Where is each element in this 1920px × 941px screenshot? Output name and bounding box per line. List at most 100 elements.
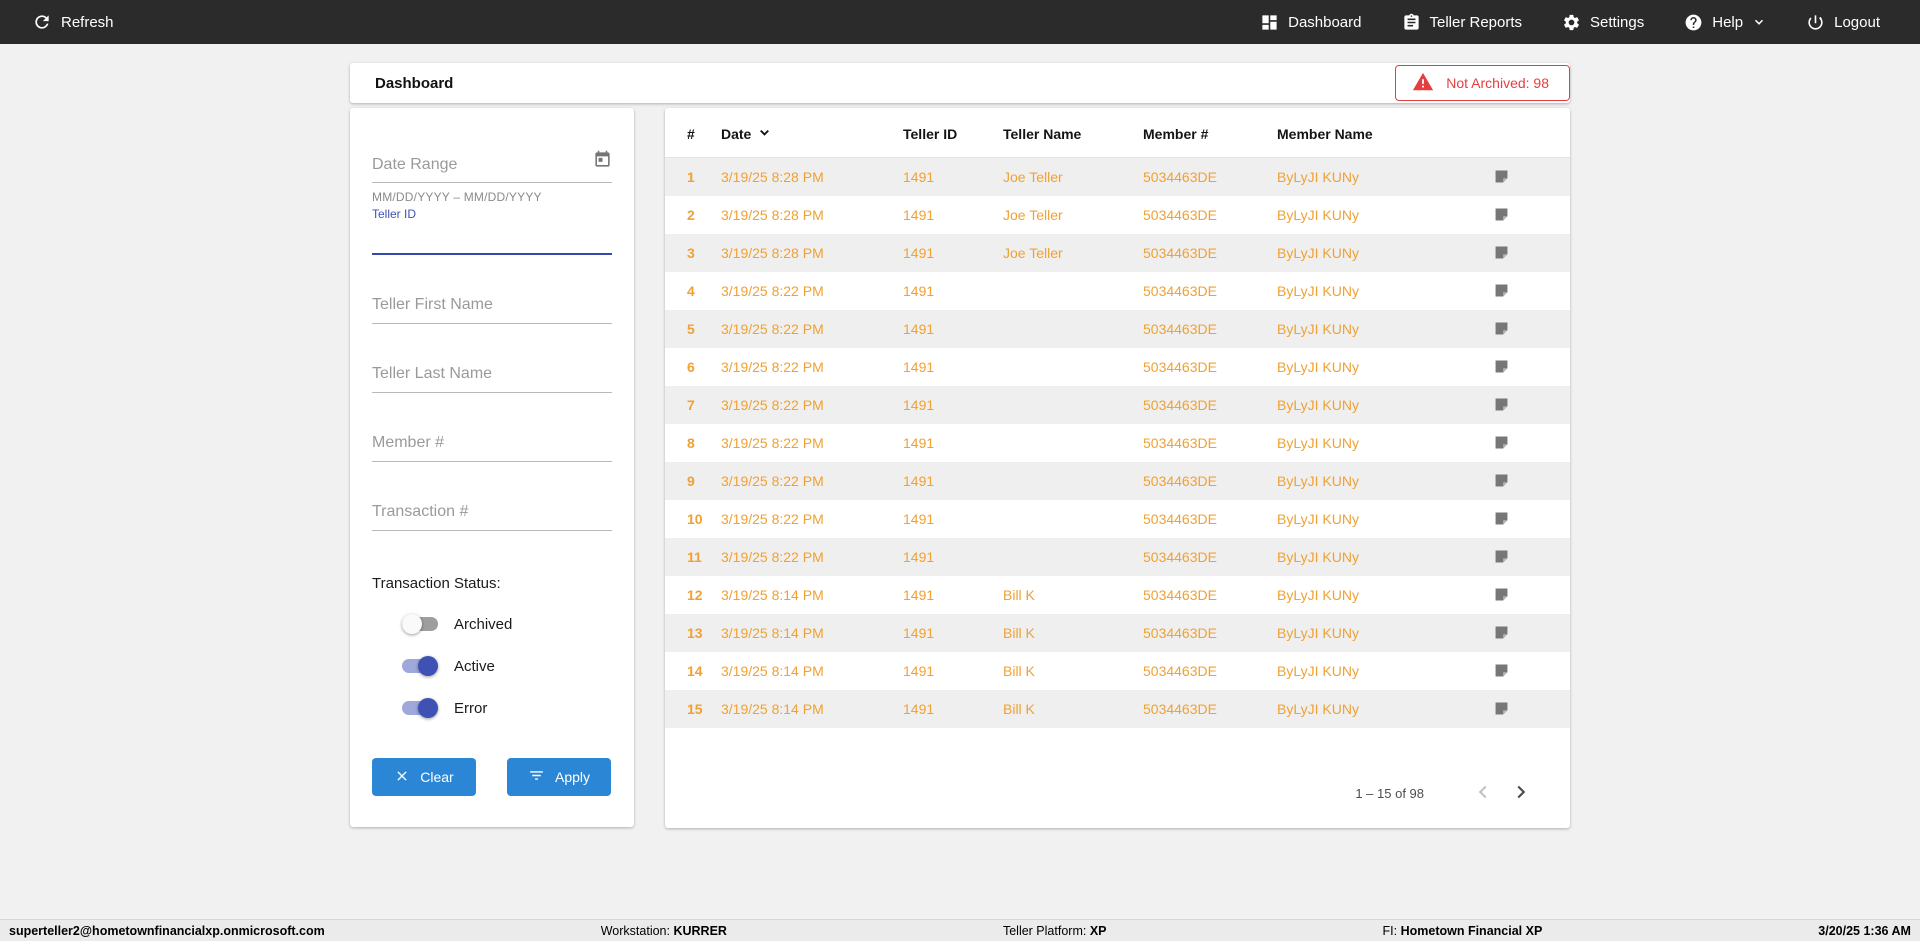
note-icon[interactable] bbox=[1493, 700, 1562, 717]
nav-logout[interactable]: Logout bbox=[1806, 13, 1880, 32]
cell-member-name: ByLyJI KUNy bbox=[1269, 234, 1485, 272]
not-archived-badge[interactable]: Not Archived: 98 bbox=[1395, 65, 1570, 101]
note-icon[interactable] bbox=[1493, 662, 1562, 679]
transaction-number-input[interactable] bbox=[372, 503, 612, 521]
cell-member-name: ByLyJI KUNy bbox=[1269, 424, 1485, 462]
cell-note[interactable] bbox=[1485, 310, 1570, 348]
top-navbar: Refresh Dashboard Teller Reports Setting… bbox=[0, 0, 1920, 44]
cell-note[interactable] bbox=[1485, 158, 1570, 196]
cell-note[interactable] bbox=[1485, 652, 1570, 690]
cell-member-number: 5034463DE bbox=[1135, 386, 1269, 424]
next-page-button[interactable] bbox=[1502, 781, 1540, 806]
note-icon[interactable] bbox=[1493, 358, 1562, 375]
table-row[interactable]: 63/19/25 8:22 PM14915034463DEByLyJI KUNy bbox=[665, 348, 1570, 386]
teller-first-name-input[interactable] bbox=[372, 296, 612, 314]
col-header-teller-name[interactable]: Teller Name bbox=[995, 108, 1135, 158]
archived-switch[interactable] bbox=[402, 614, 438, 634]
note-icon[interactable] bbox=[1493, 586, 1562, 603]
table-row[interactable]: 53/19/25 8:22 PM14915034463DEByLyJI KUNy bbox=[665, 310, 1570, 348]
refresh-icon bbox=[32, 12, 52, 32]
date-range-field[interactable] bbox=[372, 150, 612, 183]
date-range-input[interactable] bbox=[372, 156, 593, 174]
error-toggle-label: Error bbox=[454, 700, 487, 717]
note-icon[interactable] bbox=[1493, 624, 1562, 641]
cell-teller-name bbox=[995, 538, 1135, 576]
note-icon[interactable] bbox=[1493, 320, 1562, 337]
col-header-notes bbox=[1485, 108, 1570, 158]
note-icon[interactable] bbox=[1493, 282, 1562, 299]
previous-page-button[interactable] bbox=[1464, 781, 1502, 806]
note-icon[interactable] bbox=[1493, 396, 1562, 413]
table-row[interactable]: 13/19/25 8:28 PM1491Joe Teller5034463DEB… bbox=[665, 158, 1570, 196]
cell-note[interactable] bbox=[1485, 462, 1570, 500]
error-switch[interactable] bbox=[402, 698, 438, 718]
col-header-member-number[interactable]: Member # bbox=[1135, 108, 1269, 158]
table-row[interactable]: 73/19/25 8:22 PM14915034463DEByLyJI KUNy bbox=[665, 386, 1570, 424]
nav-settings[interactable]: Settings bbox=[1562, 13, 1644, 32]
chevron-right-icon bbox=[1510, 791, 1532, 806]
transaction-number-field[interactable] bbox=[372, 503, 612, 531]
col-header-teller-id[interactable]: Teller ID bbox=[895, 108, 995, 158]
cell-note[interactable] bbox=[1485, 272, 1570, 310]
active-toggle-label: Active bbox=[454, 658, 495, 675]
note-icon[interactable] bbox=[1493, 548, 1562, 565]
cell-member-number: 5034463DE bbox=[1135, 652, 1269, 690]
note-icon[interactable] bbox=[1493, 434, 1562, 451]
apply-button[interactable]: Apply bbox=[507, 758, 611, 796]
cell-note[interactable] bbox=[1485, 538, 1570, 576]
cell-note[interactable] bbox=[1485, 424, 1570, 462]
refresh-button[interactable]: Refresh bbox=[32, 12, 114, 32]
table-row[interactable]: 23/19/25 8:28 PM1491Joe Teller5034463DEB… bbox=[665, 196, 1570, 234]
table-row[interactable]: 33/19/25 8:28 PM1491Joe Teller5034463DEB… bbox=[665, 234, 1570, 272]
cell-note[interactable] bbox=[1485, 690, 1570, 728]
note-icon[interactable] bbox=[1493, 472, 1562, 489]
cell-row-number: 14 bbox=[665, 652, 713, 690]
col-header-date[interactable]: Date bbox=[713, 108, 895, 158]
cell-note[interactable] bbox=[1485, 386, 1570, 424]
col-header-member-name[interactable]: Member Name bbox=[1269, 108, 1485, 158]
table-row[interactable]: 113/19/25 8:22 PM14915034463DEByLyJI KUN… bbox=[665, 538, 1570, 576]
teller-first-name-field[interactable] bbox=[372, 296, 612, 324]
cell-date: 3/19/25 8:22 PM bbox=[713, 272, 895, 310]
member-number-input[interactable] bbox=[372, 434, 612, 452]
cell-note[interactable] bbox=[1485, 614, 1570, 652]
cell-member-number: 5034463DE bbox=[1135, 234, 1269, 272]
table-row[interactable]: 153/19/25 8:14 PM1491Bill K5034463DEByLy… bbox=[665, 690, 1570, 728]
table-row[interactable]: 123/19/25 8:14 PM1491Bill K5034463DEByLy… bbox=[665, 576, 1570, 614]
clear-button[interactable]: Clear bbox=[372, 758, 476, 796]
nav-dashboard[interactable]: Dashboard bbox=[1260, 13, 1361, 32]
note-icon[interactable] bbox=[1493, 244, 1562, 261]
cell-note[interactable] bbox=[1485, 234, 1570, 272]
table-body: 13/19/25 8:28 PM1491Joe Teller5034463DEB… bbox=[665, 158, 1570, 728]
toggle-error[interactable]: Error bbox=[402, 698, 612, 718]
note-icon[interactable] bbox=[1493, 168, 1562, 185]
toggle-active[interactable]: Active bbox=[402, 656, 612, 676]
cell-note[interactable] bbox=[1485, 348, 1570, 386]
teller-last-name-field[interactable] bbox=[372, 365, 612, 393]
cell-date: 3/19/25 8:22 PM bbox=[713, 424, 895, 462]
table-row[interactable]: 143/19/25 8:14 PM1491Bill K5034463DEByLy… bbox=[665, 652, 1570, 690]
cell-note[interactable] bbox=[1485, 196, 1570, 234]
note-icon[interactable] bbox=[1493, 510, 1562, 527]
nav-teller-reports-label: Teller Reports bbox=[1430, 14, 1523, 31]
active-switch[interactable] bbox=[402, 656, 438, 676]
nav-help[interactable]: Help bbox=[1684, 13, 1766, 32]
note-icon[interactable] bbox=[1493, 206, 1562, 223]
cell-member-number: 5034463DE bbox=[1135, 272, 1269, 310]
table-row[interactable]: 83/19/25 8:22 PM14915034463DEByLyJI KUNy bbox=[665, 424, 1570, 462]
cell-member-number: 5034463DE bbox=[1135, 538, 1269, 576]
cell-teller-id: 1491 bbox=[895, 652, 995, 690]
calendar-icon[interactable] bbox=[593, 150, 612, 174]
sort-descending-icon bbox=[757, 125, 772, 143]
cell-note[interactable] bbox=[1485, 576, 1570, 614]
nav-teller-reports[interactable]: Teller Reports bbox=[1402, 13, 1523, 32]
cell-note[interactable] bbox=[1485, 500, 1570, 538]
table-row[interactable]: 133/19/25 8:14 PM1491Bill K5034463DEByLy… bbox=[665, 614, 1570, 652]
teller-last-name-input[interactable] bbox=[372, 365, 612, 383]
member-number-field[interactable] bbox=[372, 434, 612, 462]
table-row[interactable]: 43/19/25 8:22 PM14915034463DEByLyJI KUNy bbox=[665, 272, 1570, 310]
toggle-archived[interactable]: Archived bbox=[402, 614, 612, 634]
teller-id-input[interactable] bbox=[372, 225, 612, 255]
table-row[interactable]: 93/19/25 8:22 PM14915034463DEByLyJI KUNy bbox=[665, 462, 1570, 500]
table-row[interactable]: 103/19/25 8:22 PM14915034463DEByLyJI KUN… bbox=[665, 500, 1570, 538]
